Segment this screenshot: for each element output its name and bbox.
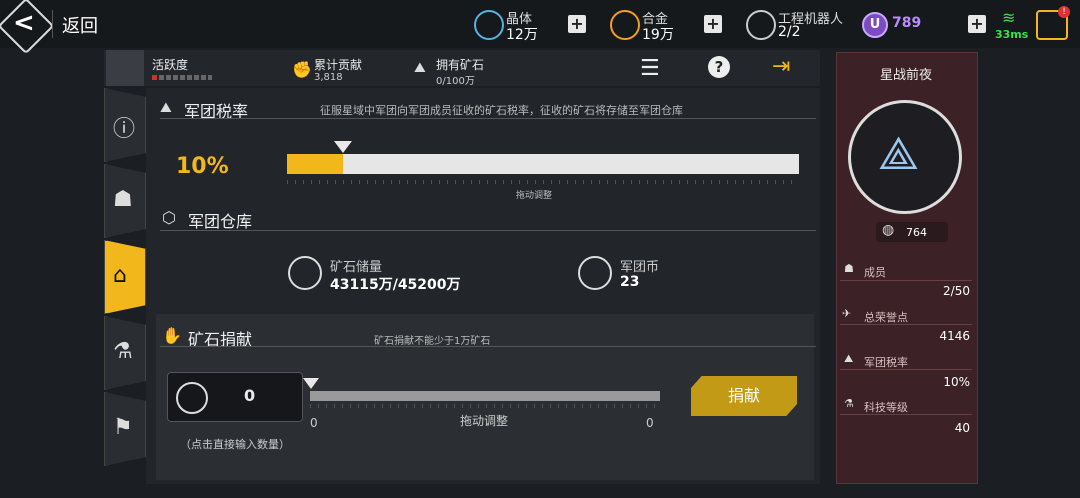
tab-warehouse[interactable]: ⌂ [104, 240, 146, 314]
divider [52, 10, 53, 38]
donate-slider-hint: 拖动调整 [460, 414, 509, 428]
divider [160, 118, 816, 119]
donate-amount-value[interactable]: 0 [244, 386, 255, 405]
divider [160, 346, 816, 347]
crystal-icon [474, 10, 504, 40]
honor-label: 总荣誉点 [864, 311, 908, 324]
tax-slider-hint: 拖动调整 [516, 191, 553, 201]
divider [840, 414, 972, 415]
warehouse-title: 军团仓库 [188, 212, 253, 231]
ore-label: 拥有矿石 [436, 58, 485, 72]
back-label[interactable]: 返回 [62, 12, 98, 38]
cart-badge: ! [1058, 6, 1070, 18]
microscope-icon: ⚗ [844, 397, 854, 410]
tax-slider-handle[interactable] [334, 141, 352, 153]
ore-value: 0/100万 [436, 76, 475, 87]
tax-rate-icon: ⛰ [844, 352, 854, 365]
donate-input-hint: （点击直接输入数量） [180, 438, 290, 451]
add-u-button[interactable]: + [968, 15, 986, 33]
members-label: 成员 [864, 266, 886, 279]
alloy-value: 19万 [642, 27, 674, 43]
donate-slider-ticks [310, 404, 660, 408]
members-icon: ☗ [844, 262, 854, 275]
microscope-icon: ⚗ [113, 339, 133, 364]
divider [840, 369, 972, 370]
u-currency-icon: U [862, 12, 888, 38]
add-crystal-button[interactable]: + [568, 15, 586, 33]
add-alloy-button[interactable]: + [704, 15, 722, 33]
tab-tech[interactable]: ⚗ [104, 316, 146, 390]
tab-honor[interactable]: ⚑ [104, 392, 146, 466]
donate-note: 矿石捐献不能少于1万矿石 [374, 336, 491, 347]
emblem-triskelion-icon: ⟁ [878, 126, 920, 180]
tech-label: 科技等级 [864, 401, 908, 414]
donate-ore-icon [176, 382, 208, 414]
divider [840, 280, 972, 281]
warehouse-icon: ⌂ [113, 263, 127, 288]
tax-value: 10% [176, 154, 229, 179]
donate-slider[interactable] [310, 391, 660, 401]
tax-slider-fill [287, 154, 343, 174]
contribution-label: 累计贡献 [314, 58, 363, 72]
wings-icon: ✈ [842, 307, 852, 320]
legion-coin-value: 23 [620, 274, 640, 290]
tab-members[interactable]: ☗ [104, 164, 146, 238]
u-currency-value: 789 [892, 15, 922, 31]
legion-coin-icon [578, 256, 612, 290]
ping-value: 33ms [995, 28, 1029, 41]
tax-slider-ticks [287, 180, 799, 184]
alert-icon: ⓘ [113, 117, 136, 142]
ore-storage-icon [288, 256, 322, 290]
divider [160, 230, 816, 231]
divider [840, 324, 972, 325]
donate-slider-max: 0 [646, 416, 654, 430]
contribution-value: 3,818 [314, 72, 343, 83]
legion-name: 星战前夜 [879, 68, 932, 83]
warehouse-box-icon: ⬡ [162, 208, 176, 227]
activity-label: 活跃度 [152, 58, 189, 72]
activity-bar [152, 75, 212, 80]
legion-tax-value: 10% [943, 375, 970, 389]
legion-tax-label: 军团税率 [864, 356, 908, 369]
members-value: 2/50 [943, 284, 970, 298]
fist-icon: ✊ [292, 60, 312, 79]
activity-bar-fill [152, 75, 157, 80]
honor-icon: ⚑ [113, 415, 133, 440]
tax-description: 征服星域中军团向军团成员征收的矿石税率，征收的矿石将存储至军团仓库 [320, 104, 683, 117]
honor-value: 4146 [939, 329, 970, 343]
help-icon[interactable]: ? [708, 56, 730, 78]
legion-coin-label: 军团币 [620, 260, 660, 275]
score-icon: ◍ [882, 222, 895, 238]
legion-score: 764 [906, 226, 927, 239]
member-icon: ☗ [113, 187, 133, 212]
alloy-icon [610, 10, 640, 40]
tech-value: 40 [954, 421, 970, 435]
ore-storage-label: 矿石储量 [330, 260, 383, 275]
tax-icon: ⛰ [160, 100, 172, 116]
robot-value: 2/2 [778, 24, 801, 40]
tax-slider[interactable] [287, 154, 799, 174]
tab-info[interactable]: ⓘ [104, 88, 146, 162]
donate-button[interactable]: 捐献 [691, 376, 797, 416]
crystal-value: 12万 [506, 27, 538, 43]
back-chevron-icon: < [13, 8, 35, 38]
ore-storage-value: 43115万/45200万 [330, 277, 461, 293]
donate-slider-min: 0 [310, 416, 318, 430]
wifi-icon: ≋ [1002, 8, 1016, 27]
list-menu-icon[interactable]: ☰ [640, 56, 660, 81]
donate-slider-handle[interactable] [303, 378, 319, 389]
robot-icon [746, 10, 776, 40]
avatar[interactable] [106, 50, 144, 86]
donate-hands-icon: ✋ [162, 326, 182, 345]
exit-icon[interactable]: ⇥ [772, 54, 790, 79]
ore-icon: ⛰ [414, 60, 426, 76]
